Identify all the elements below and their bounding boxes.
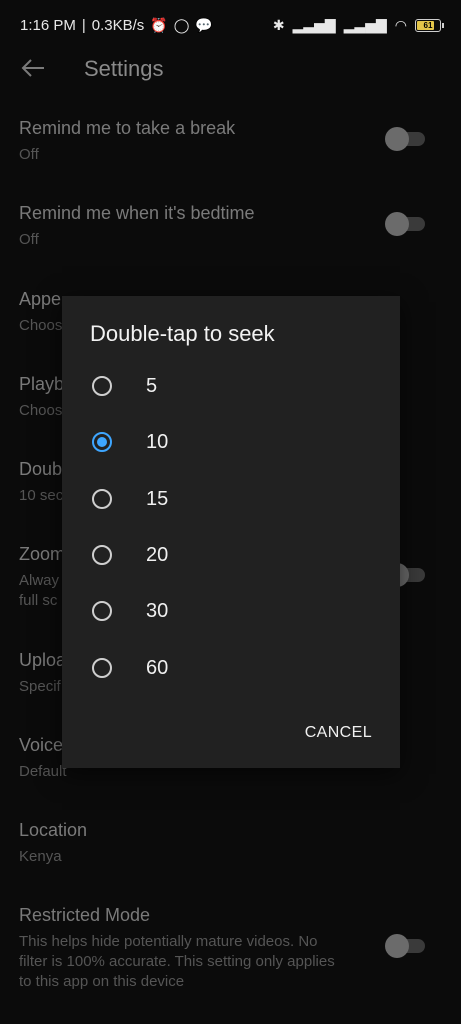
radio-button[interactable] — [92, 376, 112, 396]
option-60[interactable]: 60 — [62, 640, 400, 696]
option-label: 30 — [146, 599, 169, 622]
cancel-button[interactable]: CANCEL — [305, 724, 372, 742]
option-label: 15 — [146, 487, 169, 510]
radio-button[interactable] — [92, 489, 112, 509]
option-label: 20 — [146, 543, 169, 566]
option-10[interactable]: 10 — [62, 414, 400, 470]
option-label: 10 — [146, 430, 169, 453]
option-20[interactable]: 20 — [62, 527, 400, 583]
option-5[interactable]: 5 — [62, 358, 400, 414]
option-label: 5 — [146, 374, 158, 397]
radio-button[interactable] — [92, 601, 112, 621]
radio-button[interactable] — [92, 658, 112, 678]
double-tap-dialog: Double-tap to seek 5 10 15 20 30 60 CANC… — [62, 296, 400, 768]
radio-button[interactable] — [92, 545, 112, 565]
radio-button-selected[interactable] — [92, 432, 112, 452]
option-15[interactable]: 15 — [62, 471, 400, 527]
dialog-title: Double-tap to seek — [90, 321, 275, 346]
option-30[interactable]: 30 — [62, 583, 400, 639]
option-label: 60 — [146, 656, 169, 679]
